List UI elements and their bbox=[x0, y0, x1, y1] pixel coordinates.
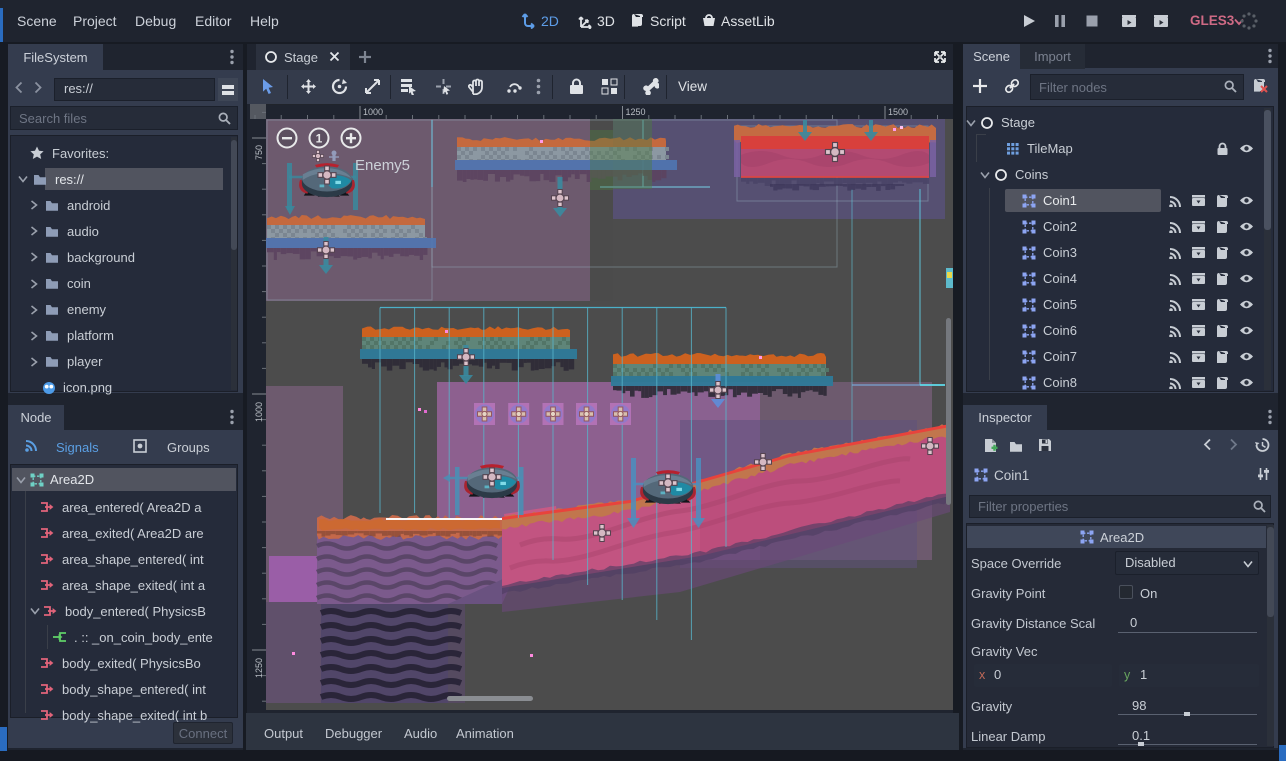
svg-text:1250: 1250 bbox=[626, 107, 646, 117]
svg-text:1000: 1000 bbox=[254, 402, 264, 422]
svg-text:Enemy5: Enemy5 bbox=[355, 157, 410, 174]
svg-text:1250: 1250 bbox=[254, 658, 264, 678]
svg-text:1000: 1000 bbox=[363, 107, 383, 117]
svg-text:750: 750 bbox=[254, 145, 264, 160]
svg-text:1: 1 bbox=[316, 132, 323, 146]
svg-text:1500: 1500 bbox=[888, 107, 908, 117]
